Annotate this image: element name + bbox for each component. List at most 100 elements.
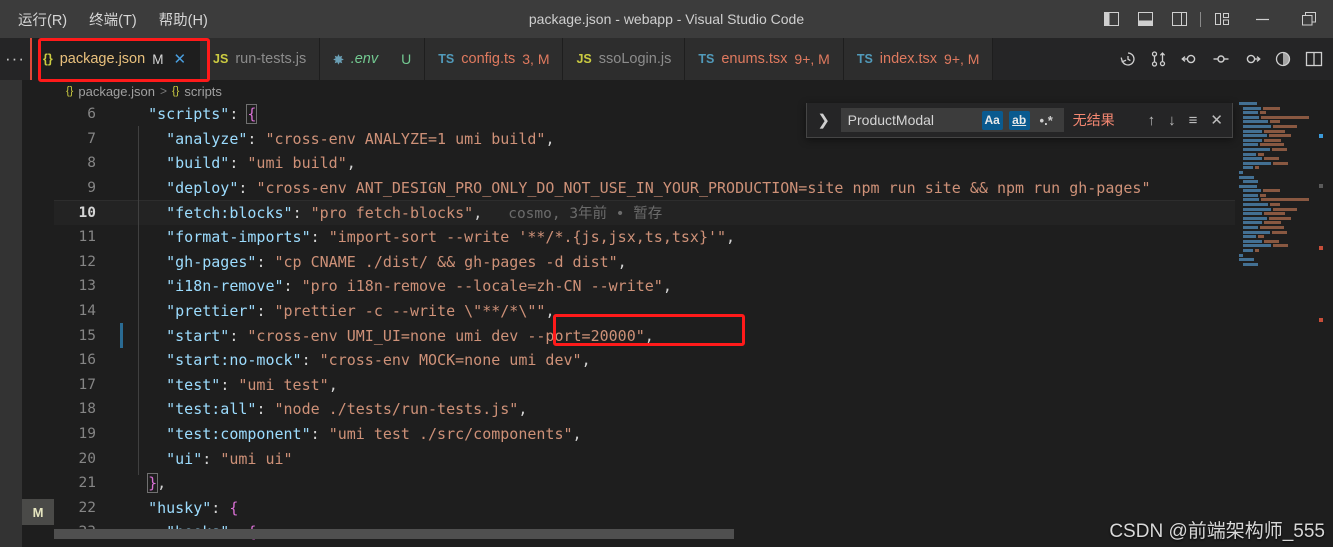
restore-icon[interactable] xyxy=(1285,0,1333,38)
line-number: 14 xyxy=(78,303,96,320)
code-line[interactable]: 8 "build": "umi build", xyxy=(54,151,1235,176)
minimize-icon[interactable] xyxy=(1239,0,1285,38)
find-input[interactable]: ProductModal xyxy=(848,112,976,128)
menu-item-help[interactable]: 帮助(H) xyxy=(159,9,208,30)
minimap-line xyxy=(1235,230,1315,234)
minimap-line xyxy=(1235,203,1315,207)
find-previous-icon[interactable]: ↑ xyxy=(1148,112,1156,129)
editor-left-gutter xyxy=(22,80,54,547)
minimap-line xyxy=(1235,106,1315,110)
line-number: 15 xyxy=(78,327,96,344)
tab-ssologin-js[interactable]: JS ssoLogin.js xyxy=(563,38,686,80)
close-icon[interactable]: ✕ xyxy=(173,50,186,68)
minimap-line xyxy=(1235,161,1315,165)
minimap-line xyxy=(1235,124,1315,128)
ts-file-icon: TS xyxy=(856,52,873,66)
tab-enums-tsx[interactable]: TS enums.tsx 9+, M xyxy=(685,38,844,80)
toggle-primary-sidebar-icon[interactable] xyxy=(1094,0,1128,38)
code-line[interactable]: 20 "ui": "umi ui" xyxy=(54,446,1235,471)
code-text: "gh-pages": "cp CNAME ./dist/ && gh-page… xyxy=(166,252,627,271)
minimap-line xyxy=(1235,262,1315,266)
code-line[interactable]: 18 "test:all": "node ./tests/run-tests.j… xyxy=(54,397,1235,422)
overview-mark xyxy=(1319,184,1323,188)
whole-word-toggle[interactable]: ab xyxy=(1008,110,1030,130)
code-line[interactable]: 19 "test:component": "umi test ./src/com… xyxy=(54,422,1235,447)
code-text: "test:all": "node ./tests/run-tests.js", xyxy=(166,400,528,419)
minimap-line xyxy=(1235,143,1315,147)
code-line[interactable]: 17 "test": "umi test", xyxy=(54,373,1235,398)
minimap-line xyxy=(1235,239,1315,243)
code-line[interactable]: 21 }, xyxy=(54,471,1235,496)
minimap-line xyxy=(1235,147,1315,151)
code-text: "start": "cross-env UMI_UI=none umi dev … xyxy=(166,326,654,345)
overview-mark xyxy=(1319,318,1323,322)
minimap-line xyxy=(1235,111,1315,115)
minimap-line xyxy=(1235,253,1315,257)
minimap-line xyxy=(1235,166,1315,170)
minimap-line xyxy=(1235,170,1315,174)
timeline-icon[interactable] xyxy=(1117,48,1139,70)
line-number: 20 xyxy=(78,450,96,467)
minimap[interactable] xyxy=(1235,102,1315,547)
close-find-icon[interactable]: ✕ xyxy=(1210,111,1223,129)
line-number: 18 xyxy=(78,401,96,418)
code-line[interactable]: 10 "fetch:blocks": "pro fetch-blocks", co… xyxy=(54,200,1235,225)
code-text: "analyze": "cross-env ANALYZE=1 umi buil… xyxy=(166,129,555,148)
tab-index-tsx[interactable]: TS index.tsx 9+, M xyxy=(843,38,994,80)
find-in-selection-icon[interactable]: ≡ xyxy=(1189,112,1198,129)
code-text: "i18n-remove": "pro i18n-remove --locale… xyxy=(166,277,672,296)
breadcrumb-item-symbol[interactable]: scripts xyxy=(184,84,222,99)
code-line[interactable]: 9 "deploy": "cross-env ANT_DESIGN_PRO_ON… xyxy=(54,176,1235,201)
tab-env[interactable]: ✸ .env U xyxy=(320,38,426,80)
title-bar: 运行(R) 终端(T) 帮助(H) package.json - webapp … xyxy=(0,0,1333,38)
find-actions: ↑ ↓ ≡ ✕ xyxy=(1148,111,1223,130)
git-compare-icon[interactable] xyxy=(1148,48,1170,70)
menu-item-run[interactable]: 运行(R) xyxy=(18,9,67,30)
go-to-change-icon[interactable] xyxy=(1210,48,1232,70)
code-line[interactable]: 11 "format-imports": "import-sort --writ… xyxy=(54,225,1235,250)
json-file-icon: {} xyxy=(43,52,53,66)
go-to-next-change-icon[interactable] xyxy=(1241,48,1263,70)
find-widget[interactable]: ❯ ProductModal Aa ab • .* 无结果 ↑ ↓ ≡ ✕ xyxy=(805,103,1233,138)
tabs-overflow-icon[interactable]: ··· xyxy=(0,38,30,80)
source-control-badge: M xyxy=(22,499,54,525)
minimap-line xyxy=(1235,216,1315,220)
regex-toggle[interactable]: • .* xyxy=(1036,111,1057,130)
menu-item-terminal[interactable]: 终端(T) xyxy=(89,9,137,30)
toggle-panel-icon[interactable] xyxy=(1128,0,1162,38)
tab-label: enums.tsx xyxy=(721,51,788,67)
line-number: 12 xyxy=(78,253,96,270)
code-line[interactable]: 15 "start": "cross-env UMI_UI=none umi d… xyxy=(54,323,1235,348)
code-line[interactable]: 12 "gh-pages": "cp CNAME ./dist/ && gh-p… xyxy=(54,250,1235,275)
breadcrumb-item-file[interactable]: package.json xyxy=(78,84,155,99)
ts-file-icon: TS xyxy=(438,52,455,66)
tab-label: config.ts xyxy=(461,51,516,67)
toggle-inline-view-icon[interactable] xyxy=(1272,48,1294,70)
overview-ruler[interactable] xyxy=(1315,102,1333,547)
horizontal-scrollbar[interactable] xyxy=(54,529,1235,539)
minimap-line xyxy=(1235,198,1315,202)
toggle-secondary-sidebar-icon[interactable] xyxy=(1162,0,1196,38)
tab-label: package.json xyxy=(59,51,146,67)
json-icon: {} xyxy=(172,85,180,97)
split-editor-icon[interactable] xyxy=(1303,48,1325,70)
scrollbar-thumb[interactable] xyxy=(54,529,734,539)
code-line[interactable]: 16 "start:no-mock": "cross-env MOCK=none… xyxy=(54,348,1235,373)
customize-layout-icon[interactable] xyxy=(1205,0,1239,38)
tab-package-json[interactable]: {} package.json M ✕ xyxy=(30,38,201,80)
code-line[interactable]: 22 "husky": { xyxy=(54,496,1235,521)
code-line[interactable]: 13 "i18n-remove": "pro i18n-remove --loc… xyxy=(54,274,1235,299)
toggle-replace-icon[interactable]: ❯ xyxy=(816,111,832,129)
tab-label: run-tests.js xyxy=(235,51,307,67)
code-editor[interactable]: 6 "scripts": {7 "analyze": "cross-env AN… xyxy=(54,102,1235,547)
tab-config-ts[interactable]: TS config.ts 3, M xyxy=(425,38,564,80)
code-line[interactable]: 14 "prettier": "prettier -c --write \"**… xyxy=(54,299,1235,324)
go-to-previous-change-icon[interactable] xyxy=(1179,48,1201,70)
tab-run-tests-js[interactable]: JS run-tests.js xyxy=(200,38,321,80)
match-case-toggle[interactable]: Aa xyxy=(981,110,1003,130)
line-number: 19 xyxy=(78,426,96,443)
find-next-icon[interactable]: ↓ xyxy=(1168,112,1176,129)
minimap-line xyxy=(1235,152,1315,156)
tab-untracked-badge: U xyxy=(401,51,412,67)
find-input-wrapper[interactable]: ProductModal Aa ab • .* xyxy=(840,108,1064,132)
